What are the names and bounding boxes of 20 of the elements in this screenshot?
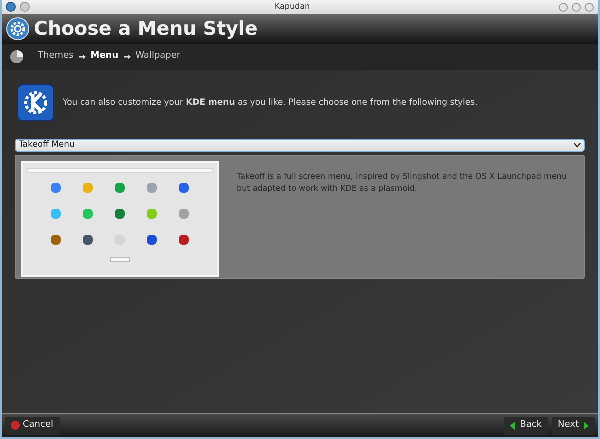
page-title: Choose a Menu Style <box>34 16 258 42</box>
chevron-down-icon <box>574 143 581 148</box>
left-arrow-icon <box>510 422 516 430</box>
arrow-icon <box>124 54 131 60</box>
arrow-icon <box>78 54 86 60</box>
gear-icon <box>6 17 30 41</box>
progress-pie-icon <box>10 50 24 64</box>
menu-style-dropdown[interactable]: Takeoff Menu <box>15 139 585 152</box>
breadcrumb-step: Wallpaper <box>136 50 181 64</box>
kde-logo-icon <box>17 84 55 122</box>
cancel-icon <box>11 421 20 430</box>
right-arrow-icon <box>584 422 589 430</box>
intro-text: You can also customize your KDE menu as you like. Please choose one from the following styles. <box>63 96 478 110</box>
window-title: Kapudan <box>274 1 312 13</box>
back-button[interactable]: Back <box>504 416 548 434</box>
cancel-button[interactable]: Cancel <box>5 416 60 434</box>
style-description: Takeoff is a full screen menu, inspired by Slingshot and the OS X Launchpad menu but adapted to work with KDE as a plasmoid. <box>237 171 568 195</box>
next-button[interactable]: Next <box>552 416 595 434</box>
breadcrumb-step: Themes <box>38 50 74 64</box>
breadcrumb-step: Menu <box>90 50 119 64</box>
